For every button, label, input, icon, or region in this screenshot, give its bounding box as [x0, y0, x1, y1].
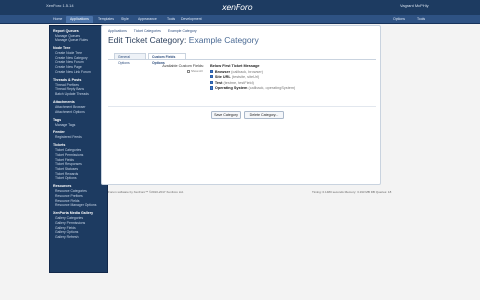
field-id: (testsite, siteUrl) — [231, 75, 260, 80]
breadcrumb-example-category[interactable]: Example Category — [168, 29, 197, 33]
section-heading: Below First Ticket Message — [210, 64, 260, 68]
sidebar-group: Report Queues Manage Queues Manage Queue R… — [50, 28, 107, 43]
sidebar-group: Tickets Ticket Categories Ticket Permissio… — [50, 143, 107, 181]
sidebar-group: Attachments Attachment Browser Attachment … — [50, 99, 107, 114]
sidebar-item[interactable]: Manage Tags — [50, 122, 107, 127]
visitor-name-link[interactable]: Vagrant McPHiy — [400, 3, 429, 8]
form-divider — [108, 106, 376, 107]
tab-development[interactable]: Development — [177, 16, 206, 23]
footer-copyright[interactable]: Forum software by XenForo™ ©2010-2017 Xe… — [108, 190, 184, 194]
page-title: Edit Ticket Category: Example Category — [108, 35, 259, 45]
sidebar-group: XenPorta Media Gallery Gallery Categories… — [50, 211, 107, 240]
top-header-bar: XenForo 1.5.14 xenForo Vagrant McPHiy — [0, 0, 480, 15]
footer-debug-info[interactable]: Timing: 0.1480 seconds Memory: 3.193 MB … — [312, 190, 391, 194]
field-name: Test — [214, 80, 223, 85]
sidebar-group: Threads & Posts Thread Prefixes Thread Rep… — [50, 77, 107, 96]
tab-divider — [108, 59, 376, 60]
checkbox-site-url[interactable] — [210, 75, 214, 79]
checkbox-browser[interactable] — [210, 69, 214, 73]
tab-applications[interactable]: Applications — [66, 16, 93, 23]
tab-templates[interactable]: Templates — [94, 16, 118, 23]
sidebar-item[interactable]: Gallery Refresh — [50, 235, 107, 240]
breadcrumb-applications[interactable]: Applications — [108, 29, 127, 33]
field-id: (caliback, browser) — [231, 69, 264, 74]
sidebar-item[interactable]: Attachment Options — [50, 109, 107, 114]
sidebar-item[interactable]: Create New Link Forum — [50, 70, 107, 75]
tab-tools-right[interactable]: Tools — [413, 16, 429, 23]
main-content-panel: Applications Ticket Categories Example C… — [101, 25, 381, 185]
tab-appearance[interactable]: Appearance — [134, 16, 161, 23]
xenforo-logo[interactable]: xenForo — [222, 3, 253, 12]
show-all-checkbox[interactable] — [187, 69, 190, 73]
tab-home[interactable]: Home — [49, 16, 66, 23]
checkbox-operating-system[interactable] — [210, 86, 214, 90]
field-row-operating-system[interactable]: Operating System (callback, operatingSys… — [210, 86, 360, 92]
field-id: (callback, operatingSystem) — [248, 86, 296, 91]
sidebar-item[interactable]: Ticket Options — [50, 176, 107, 181]
custom-fields-list: Below First Ticket Message Browser (cali… — [210, 64, 360, 92]
tab-style[interactable]: Style — [117, 16, 133, 23]
show-all-toggle[interactable]: Show All — [187, 69, 203, 73]
show-all-label: Show All — [191, 69, 203, 73]
sidebar-group: Node Tree Create Node Tree Create New Cate… — [50, 46, 107, 75]
sidebar-item[interactable]: Resource Manager Options — [50, 203, 107, 208]
sidebar-group: Tags Manage Tags — [50, 117, 107, 127]
checkbox-test[interactable] — [210, 80, 214, 85]
sidebar-item[interactable]: Manage Queue Rules — [50, 38, 107, 43]
field-name: Browser — [214, 69, 231, 74]
field-name: Site URL — [214, 75, 231, 80]
sidebar-group: Resources Resource Categories Resource Pre… — [50, 184, 107, 208]
save-category-button[interactable]: Save Category — [211, 111, 241, 119]
sidebar-group: Feeder Registered Feeds — [50, 130, 107, 140]
custom-fields-label: Available Custom Fields: — [162, 64, 204, 68]
sidebar-item[interactable]: Registered Feeds — [50, 135, 107, 140]
field-id: (testme, testField) — [223, 80, 254, 85]
admin-tabs-bar: Home Applications Templates Style Appear… — [0, 15, 480, 24]
field-name: Operating System — [214, 86, 248, 91]
page-title-name: Example Category — [188, 35, 259, 45]
breadcrumb: Applications Ticket Categories Example C… — [108, 29, 203, 33]
board-version-link[interactable]: XenForo 1.5.14 — [46, 3, 74, 8]
tab-options-right[interactable]: Options — [389, 16, 409, 23]
delete-category-button[interactable]: Delete Category... — [244, 111, 284, 119]
sidebar-nav: Report Queues Manage Queues Manage Queue R… — [49, 25, 108, 273]
breadcrumb-ticket-categories[interactable]: Ticket Categories — [134, 29, 161, 33]
page-title-prefix: Edit Ticket Category: — [108, 35, 187, 45]
sidebar-item[interactable]: Batch Update Threads — [50, 92, 107, 97]
